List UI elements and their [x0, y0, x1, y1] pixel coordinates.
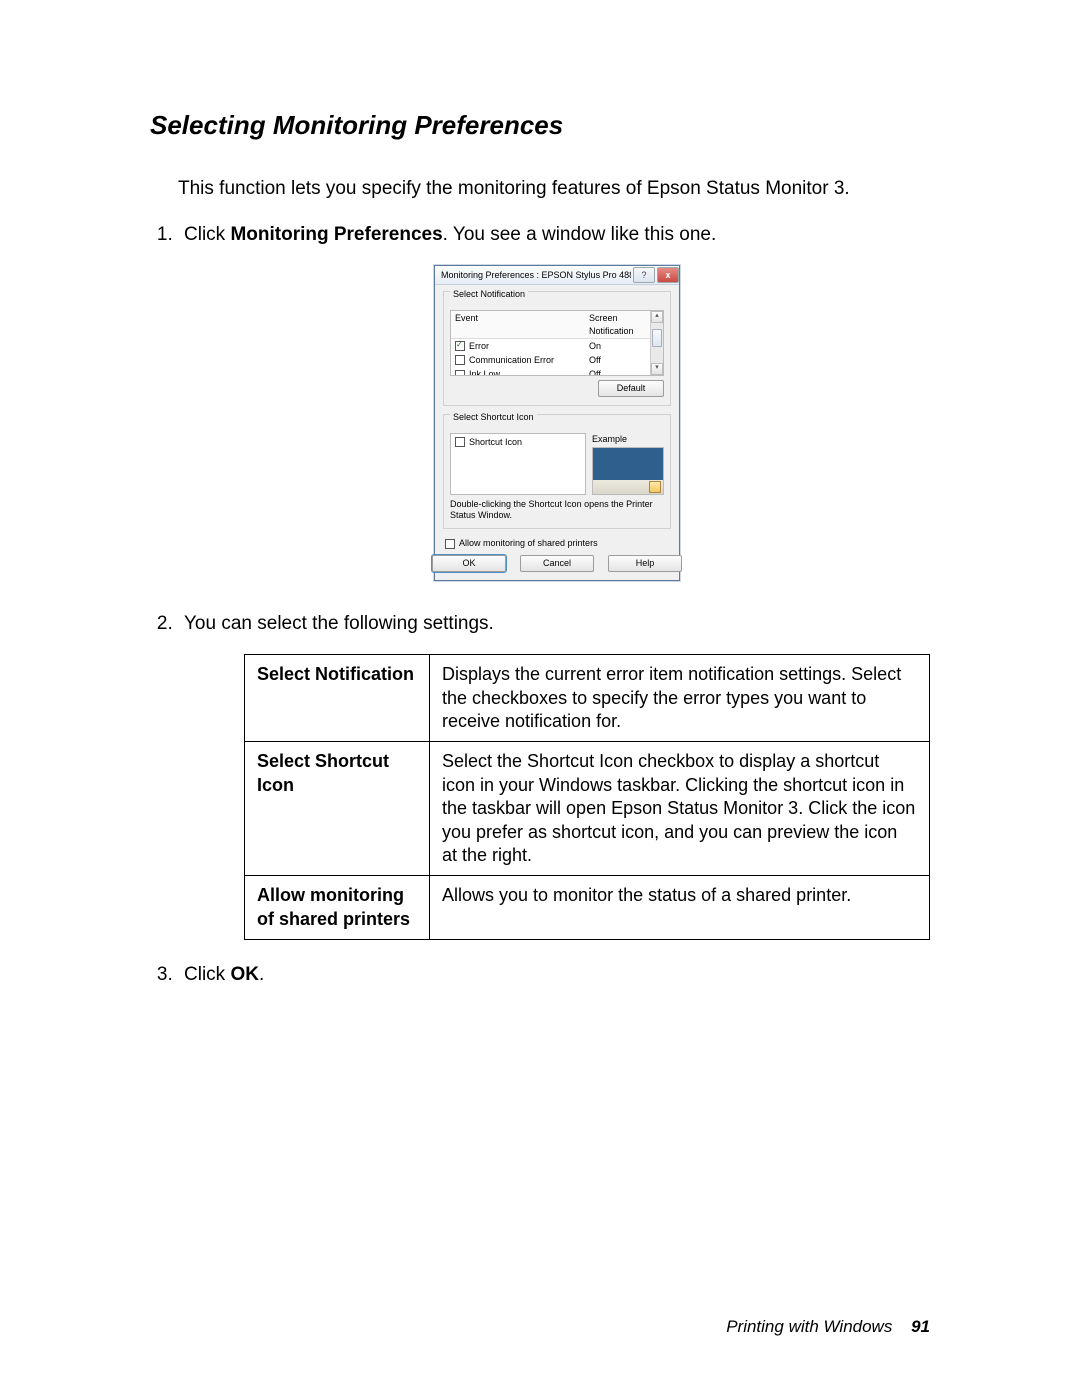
scroll-thumb[interactable]	[652, 329, 662, 347]
table-row: Select Shortcut Icon Select the Shortcut…	[245, 742, 930, 876]
shortcut-icon-listbox[interactable]: Shortcut Icon	[450, 433, 586, 495]
setting-label: Select Notification	[245, 655, 430, 742]
settings-table: Select Notification Displays the current…	[244, 654, 930, 940]
step-1: Click Monitoring Preferences. You see a …	[178, 222, 930, 581]
shortcut-note: Double-clicking the Shortcut Icon opens …	[450, 499, 664, 521]
step3-bold: OK	[230, 964, 259, 985]
scrollbar[interactable]: ▴ ▾	[650, 311, 663, 375]
setting-label: Select Shortcut Icon	[245, 742, 430, 876]
setting-desc: Displays the current error item notifica…	[430, 655, 930, 742]
section-heading: Selecting Monitoring Preferences	[150, 110, 930, 141]
setting-desc: Select the Shortcut Icon checkbox to dis…	[430, 742, 930, 876]
dialog-titlebar: Monitoring Preferences : EPSON Stylus Pr…	[435, 266, 679, 285]
titlebar-help-button[interactable]: ?	[633, 267, 655, 283]
step2-text: You can select the following settings.	[184, 613, 494, 634]
scroll-up-icon[interactable]: ▴	[651, 311, 663, 323]
table-row: Allow monitoring of shared printers Allo…	[245, 876, 930, 940]
setting-label: Allow monitoring of shared printers	[245, 876, 430, 940]
select-notification-group: Select Notification Event Screen Notific…	[443, 291, 671, 405]
notification-list[interactable]: Event Screen Notification Error On Commu…	[450, 310, 664, 376]
row-label: Communication Error	[469, 355, 554, 365]
row-label: Ink Low	[469, 369, 500, 376]
step1-suffix: . You see a window like this one.	[443, 224, 717, 245]
example-taskbar	[593, 480, 663, 494]
row-status: On	[589, 340, 659, 352]
monitoring-preferences-dialog: Monitoring Preferences : EPSON Stylus Pr…	[434, 265, 680, 580]
step3-suffix: .	[259, 964, 264, 985]
default-button[interactable]: Default	[598, 380, 664, 396]
example-preview	[592, 447, 664, 495]
list-item[interactable]: Ink Low Off	[451, 367, 663, 376]
tray-icon	[649, 481, 661, 493]
step1-prefix: Click	[184, 224, 230, 245]
scroll-down-icon[interactable]: ▾	[651, 363, 663, 375]
col-status-header: Screen Notification	[589, 312, 659, 336]
row-label: Error	[469, 341, 489, 351]
list-item[interactable]: Error On	[451, 339, 663, 353]
step3-prefix: Click	[184, 964, 230, 985]
setting-desc: Allows you to monitor the status of a sh…	[430, 876, 930, 940]
step-2: You can select the following settings. S…	[178, 611, 930, 941]
intro-paragraph: This function lets you specify the monit…	[178, 176, 930, 202]
checkbox-comm-error[interactable]	[455, 355, 465, 365]
row-status: Off	[589, 354, 659, 366]
dialog-title: Monitoring Preferences : EPSON Stylus Pr…	[441, 269, 631, 281]
table-row: Select Notification Displays the current…	[245, 655, 930, 742]
shortcut-item-label: Shortcut Icon	[469, 437, 522, 447]
checkbox-error[interactable]	[455, 341, 465, 351]
step-3: Click OK.	[178, 962, 930, 988]
step1-bold: Monitoring Preferences	[230, 224, 442, 245]
checkbox-ink-low[interactable]	[455, 370, 465, 377]
page-footer: Printing with Windows 91	[726, 1317, 930, 1337]
example-label: Example	[592, 433, 664, 445]
select-shortcut-group: Select Shortcut Icon Shortcut Icon Examp…	[443, 414, 671, 530]
checkbox-shortcut-icon[interactable]	[455, 437, 465, 447]
footer-section: Printing with Windows	[726, 1317, 892, 1336]
row-status: Off	[589, 368, 659, 376]
select-notification-label: Select Notification	[450, 288, 528, 300]
select-shortcut-label: Select Shortcut Icon	[450, 411, 537, 423]
checkbox-allow-shared[interactable]	[445, 539, 455, 549]
allow-monitoring-label: Allow monitoring of shared printers	[459, 538, 598, 548]
ok-button[interactable]: OK	[432, 555, 506, 571]
titlebar-close-button[interactable]: x	[657, 267, 679, 283]
list-header: Event Screen Notification	[451, 311, 663, 338]
footer-page-number: 91	[911, 1317, 930, 1336]
cancel-button[interactable]: Cancel	[520, 555, 594, 571]
list-item[interactable]: Communication Error Off	[451, 353, 663, 367]
col-event-header: Event	[455, 312, 589, 336]
help-button[interactable]: Help	[608, 555, 682, 571]
example-desktop-area	[593, 448, 663, 480]
allow-monitoring-row: Allow monitoring of shared printers	[445, 537, 671, 549]
